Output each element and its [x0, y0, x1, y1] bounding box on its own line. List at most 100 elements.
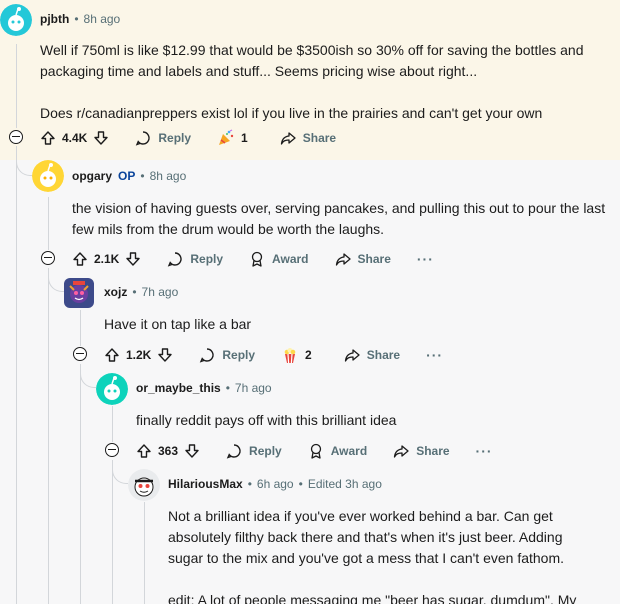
share-icon — [280, 132, 296, 145]
award-label: Award — [330, 444, 368, 458]
award-count: 2 — [305, 348, 312, 362]
downvote-icon[interactable] — [184, 443, 200, 459]
upvote-icon[interactable] — [136, 443, 152, 459]
share-label: Share — [366, 348, 401, 362]
downvote-icon[interactable] — [157, 347, 173, 363]
username[interactable]: xojz — [104, 285, 127, 299]
share-button[interactable]: Share — [393, 443, 450, 459]
reply-button[interactable]: Reply — [135, 130, 191, 146]
thread-line — [144, 502, 145, 604]
award-button[interactable]: Award — [249, 251, 309, 267]
avatar[interactable] — [128, 469, 160, 501]
award-button[interactable]: 2 — [281, 346, 318, 364]
reply-label: Reply — [249, 444, 282, 458]
comment-actions: 1.2K Reply 2 Share ··· — [104, 343, 443, 367]
custom-avatar-icon — [64, 278, 94, 308]
separator: • — [225, 381, 230, 395]
comment-body: Not a brilliant idea if you've ever work… — [168, 506, 600, 604]
timestamp[interactable]: 6h ago — [257, 477, 294, 491]
thread-line — [16, 44, 17, 128]
comment-actions: 363 Reply Award Share ··· — [136, 439, 493, 463]
username[interactable]: opgary — [72, 169, 112, 183]
comment-paragraph: Not a brilliant idea if you've ever work… — [168, 508, 565, 566]
share-button[interactable]: Share — [280, 130, 336, 146]
more-options-button[interactable]: ··· — [476, 443, 493, 459]
reply-icon — [226, 444, 241, 459]
award-icon — [251, 251, 263, 267]
thread-connector — [80, 366, 96, 388]
upvote-icon[interactable] — [104, 347, 120, 363]
timestamp[interactable]: 8h ago — [84, 12, 121, 26]
reply-icon — [168, 252, 183, 267]
share-button[interactable]: Share — [344, 347, 400, 363]
downvote-icon[interactable] — [125, 251, 141, 267]
thread-line — [112, 460, 113, 604]
award-label: Award — [272, 252, 309, 266]
share-icon — [394, 445, 409, 458]
share-icon — [344, 349, 360, 362]
timestamp[interactable]: 7h ago — [142, 285, 179, 299]
snoo-avatar-icon — [0, 4, 32, 36]
more-options-button[interactable]: ··· — [417, 251, 434, 267]
snoo-avatar-icon — [32, 160, 64, 192]
username[interactable]: HilariousMax — [168, 477, 243, 491]
party-popper-icon — [219, 129, 234, 145]
share-label: Share — [416, 444, 450, 458]
comment-paragraph: Well if 750ml is like $12.99 that would … — [40, 42, 584, 79]
reply-label: Reply — [222, 348, 256, 362]
more-options-button[interactable]: ··· — [426, 347, 443, 363]
username[interactable]: pjbth — [40, 12, 69, 26]
comment-paragraph: edit: A lot of people messaging me "beer… — [168, 592, 577, 604]
thread-line — [80, 310, 81, 346]
share-icon — [335, 253, 351, 266]
award-count: 1 — [241, 131, 248, 145]
share-label: Share — [357, 252, 391, 266]
snoo-avatar-icon — [96, 373, 128, 405]
collapse-icon[interactable] — [41, 251, 55, 265]
reply-icon — [136, 131, 151, 146]
comment-actions: 2.1K Reply Award Share ··· — [72, 247, 434, 271]
thread-line — [80, 364, 81, 604]
collapse-icon[interactable] — [9, 130, 23, 144]
reply-icon — [200, 348, 215, 363]
vote-group: 1.2K — [104, 347, 173, 363]
thread-connector — [48, 270, 64, 292]
collapse-icon[interactable] — [73, 347, 87, 361]
share-button[interactable]: Share — [335, 251, 391, 267]
username[interactable]: or_maybe_this — [136, 381, 221, 395]
upvote-icon[interactable] — [72, 251, 88, 267]
thread-line — [112, 406, 113, 442]
reply-label: Reply — [158, 131, 192, 145]
upvote-icon[interactable] — [40, 130, 56, 146]
timestamp[interactable]: 8h ago — [150, 169, 187, 183]
vote-group: 2.1K — [72, 251, 141, 267]
downvote-icon[interactable] — [93, 130, 109, 146]
award-button[interactable]: 1 — [217, 129, 254, 147]
timestamp[interactable]: 7h ago — [235, 381, 272, 395]
separator: • — [74, 12, 79, 26]
separator: • — [298, 477, 303, 491]
popcorn-icon — [284, 348, 296, 364]
share-label: Share — [302, 131, 337, 145]
avatar[interactable] — [0, 4, 32, 36]
avatar[interactable] — [96, 373, 128, 405]
avatar[interactable] — [32, 160, 64, 192]
award-button[interactable]: Award — [308, 443, 367, 459]
avatar[interactable] — [64, 278, 94, 308]
comment-actions: 4.4K Reply 1 Share — [40, 126, 362, 150]
thread-connector — [112, 462, 128, 484]
reply-label: Reply — [190, 252, 224, 266]
collapse-icon[interactable] — [105, 443, 119, 457]
reply-button[interactable]: Reply — [226, 443, 282, 459]
thread-connector — [16, 148, 32, 176]
edited-label: Edited 3h ago — [307, 477, 382, 491]
separator: • — [140, 169, 145, 183]
vote-count: 2.1K — [94, 252, 120, 266]
comment-body: finally reddit pays off with this brilli… — [136, 410, 606, 431]
vote-count: 363 — [158, 444, 179, 458]
reply-button[interactable]: Reply — [167, 251, 223, 267]
comment-body: Well if 750ml is like $12.99 that would … — [40, 40, 615, 124]
vote-count: 4.4K — [62, 131, 88, 145]
comment-body: Have it on tap like a bar — [104, 314, 604, 335]
reply-button[interactable]: Reply — [199, 347, 255, 363]
